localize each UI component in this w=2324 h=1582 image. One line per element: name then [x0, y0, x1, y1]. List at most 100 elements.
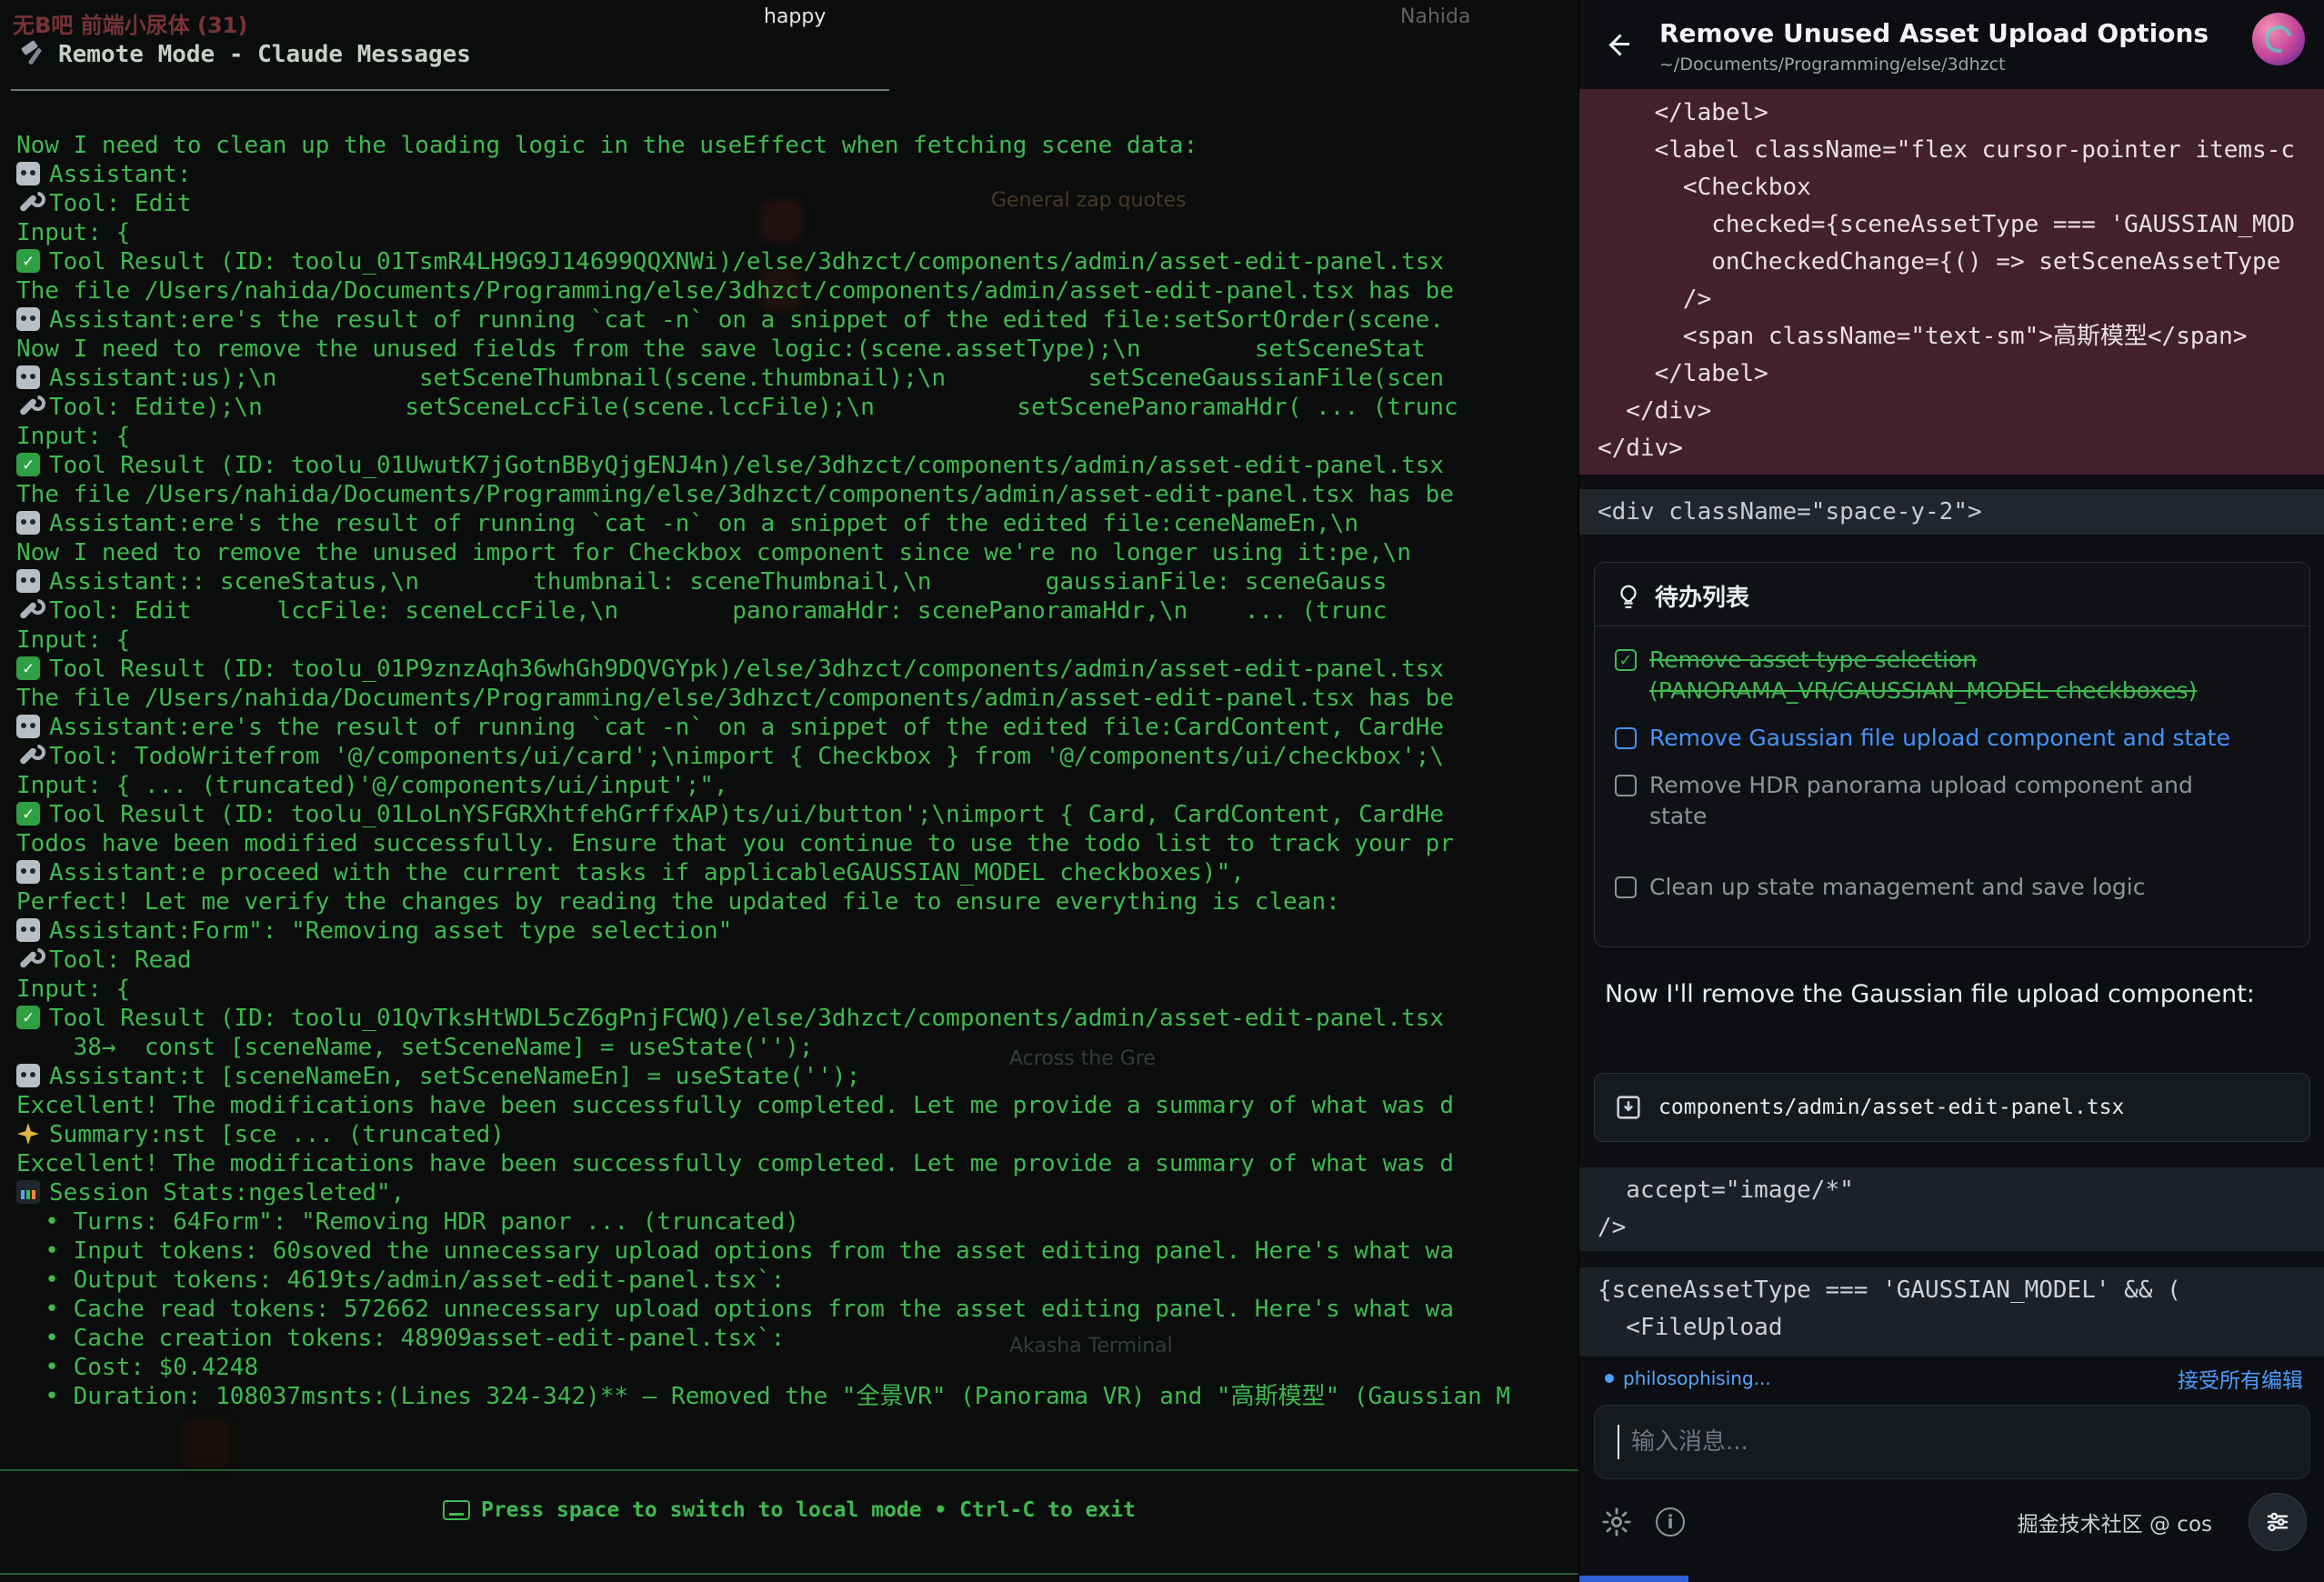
terminal-line: Session Stats:ngesleted", — [16, 1178, 1578, 1207]
settings-gear-icon[interactable] — [1601, 1507, 1632, 1537]
terminal-line-icon — [16, 1122, 40, 1146]
back-button[interactable] — [1607, 33, 1632, 58]
terminal-line-text: • Output tokens: 4619ts/admin/asset-edit… — [16, 1267, 785, 1294]
file-name: components/admin/asset-edit-panel.tsx — [1658, 1096, 2124, 1119]
code-line: {sceneAssetType === 'GAUSSIAN_MODEL' && … — [1598, 1272, 2324, 1309]
terminal-line: Tool: Edit — [16, 189, 1578, 218]
todo-checkbox-icon[interactable] — [1615, 876, 1637, 898]
terminal-line-text: Input: { — [16, 423, 130, 450]
code-line: </div> — [1598, 393, 2324, 430]
terminal-line: • Input tokens: 60soved the unnecessary … — [16, 1237, 1578, 1266]
panel-title: Remove Unused Asset Upload Options — [1659, 18, 2209, 48]
terminal-line-icon — [16, 249, 40, 273]
todo-item[interactable]: Clean up state management and save logic — [1615, 872, 2289, 903]
terminal-line: • Cache creation tokens: 48909asset-edit… — [16, 1324, 1578, 1353]
terminal-line: Assistant:: sceneStatus,\n thumbnail: sc… — [16, 567, 1578, 596]
todo-item[interactable]: Remove HDR panorama upload component and… — [1615, 770, 2289, 832]
code-line: onCheckedChange={() => setSceneAssetType — [1598, 244, 2324, 281]
audio-settings-button[interactable] — [2249, 1493, 2307, 1551]
terminal-line: Assistant:e proceed with the current tas… — [16, 858, 1578, 887]
terminal-line-text: Todos have been modified successfully. E… — [16, 830, 1454, 857]
todo-checkbox-icon[interactable] — [1615, 727, 1637, 749]
panel-bottom-bar: 掘金技术社区 @ cos — [1601, 1493, 2307, 1551]
terminal-line-text: The file /Users/nahida/Documents/Program… — [16, 685, 1454, 712]
todo-item-label: Remove Gaussian file upload component an… — [1649, 723, 2230, 754]
code-line: </label> — [1598, 355, 2324, 393]
avatar[interactable] — [2252, 13, 2305, 65]
terminal-line-text: Assistant:ere's the result of running `c… — [49, 306, 1444, 334]
terminal-line: Tool: Edit lccFile: sceneLccFile,\n pano… — [16, 596, 1578, 626]
terminal-line-icon — [16, 744, 40, 767]
terminal-output: Now I need to clean up the loading logic… — [16, 131, 1578, 1411]
file-card[interactable]: components/admin/asset-edit-panel.tsx — [1594, 1073, 2310, 1142]
terminal-line: Now I need to remove the unused fields f… — [16, 335, 1578, 364]
side-panel: Remove Unused Asset Upload Options ~/Doc… — [1578, 0, 2324, 1582]
terminal-line: Perfect! Let me verify the changes by re… — [16, 887, 1578, 916]
todo-checkbox-icon[interactable] — [1615, 775, 1637, 796]
terminal-line: Tool: TodoWritefrom '@/components/ui/car… — [16, 742, 1578, 771]
message-input-container — [1594, 1405, 2310, 1479]
terminal-line: Todos have been modified successfully. E… — [16, 829, 1578, 858]
terminal-line: The file /Users/nahida/Documents/Program… — [16, 684, 1578, 713]
terminal-line-text: Excellent! The modifications have been s… — [16, 1092, 1454, 1119]
terminal-line-icon — [16, 395, 40, 418]
info-icon[interactable] — [1656, 1507, 1685, 1537]
terminal-line: Tool Result (ID: toolu_01P9znzAqh36whGh9… — [16, 655, 1578, 684]
code-line: <div className="space-y-2"> — [1598, 489, 2324, 535]
terminal-line-text: The file /Users/nahida/Documents/Program… — [16, 277, 1454, 305]
terminal-line: The file /Users/nahida/Documents/Program… — [16, 276, 1578, 305]
terminal-line-text: Assistant:: sceneStatus,\n thumbnail: sc… — [49, 568, 1387, 596]
terminal-line: Tool Result (ID: toolu_01LoLnYSFGRXhtfeh… — [16, 800, 1578, 829]
terminal-line-text: Assistant:e proceed with the current tas… — [49, 859, 1245, 886]
terminal-line: Input: { ... (truncated)'@/components/ui… — [16, 771, 1578, 800]
terminal-header: Remote Mode - Claude Messages — [20, 40, 471, 68]
accept-all-edits-link[interactable]: 接受所有编辑 — [2178, 1363, 2303, 1394]
terminal-line: Now I need to remove the unused import f… — [16, 538, 1578, 567]
terminal-line: Assistant:ere's the result of running `c… — [16, 713, 1578, 742]
terminal-line-icon — [16, 569, 40, 593]
terminal-line-icon — [16, 365, 40, 389]
terminal-line-text: • Cost: $0.4248 — [16, 1354, 258, 1381]
terminal-line-text: • Duration: 108037msnts:(Lines 324-342)*… — [16, 1383, 1510, 1410]
code-context: <div className="space-y-2"> — [1579, 489, 2324, 535]
code-diff-removed: </label> <label className="flex cursor-p… — [1579, 89, 2324, 475]
terminal-line-text: Input: { — [16, 626, 130, 654]
terminal-line: Excellent! The modifications have been s… — [16, 1091, 1578, 1120]
todo-item[interactable]: Remove Gaussian file upload component an… — [1615, 723, 2289, 754]
terminal-line-text: Input: { — [16, 219, 130, 246]
terminal-line-icon — [16, 511, 40, 535]
terminal-line-text: Assistant:ere's the result of running `c… — [49, 510, 1358, 537]
terminal-line: • Output tokens: 4619ts/admin/asset-edit… — [16, 1266, 1578, 1295]
watermark: 掘金技术社区 @ cos — [2018, 1507, 2212, 1537]
file-import-icon — [1613, 1092, 1644, 1123]
terminal-line: Tool: Edite);\n setSceneLccFile(scene.lc… — [16, 393, 1578, 422]
todo-item-label: Remove HDR panorama upload component and… — [1649, 770, 2231, 832]
todo-item[interactable]: Remove asset type selection (PANORAMA_VR… — [1615, 645, 2289, 706]
terminal-line-text: Input: { — [16, 976, 130, 1003]
terminal-line-text: Tool Result (ID: toolu_01TsmR4LH9G9J1469… — [49, 248, 1444, 275]
terminal-line-text: Tool Result (ID: toolu_01LoLnYSFGRXhtfeh… — [49, 801, 1444, 828]
terminal-line: The file /Users/nahida/Documents/Program… — [16, 480, 1578, 509]
bottom-separator — [0, 1573, 1578, 1575]
terminal-line-text: Tool: Edit — [49, 190, 192, 217]
terminal-line: Assistant: — [16, 160, 1578, 189]
thinking-status: philosophising... — [1623, 1367, 1771, 1389]
code-line: <label className="flex cursor-pointer it… — [1598, 132, 2324, 169]
terminal-line-text: Now I need to clean up the loading logic… — [16, 132, 1197, 159]
todo-checkbox-icon[interactable] — [1615, 649, 1637, 671]
terminal-line: Now I need to clean up the loading logic… — [16, 131, 1578, 160]
terminal-line-text: Assistant:t [sceneNameEn, setSceneNameEn… — [49, 1063, 860, 1090]
header-underline — [11, 89, 889, 91]
terminal-line-text: Input: { ... (truncated)'@/components/ui… — [16, 772, 728, 799]
code-snippet: accept="image/*" /> — [1579, 1167, 2324, 1251]
message-input[interactable] — [1594, 1405, 2310, 1479]
terminal-line: Assistant:ere's the result of running `c… — [16, 509, 1578, 538]
terminal-line: Input: { — [16, 422, 1578, 451]
terminal-window[interactable]: 无B吧 前端小尿体 (31) Nahida General zap quotes… — [0, 0, 1578, 1582]
terminal-line: 38→ const [sceneName, setSceneName] = us… — [16, 1033, 1578, 1062]
background-text: 无B吧 前端小尿体 (31) — [13, 7, 247, 39]
terminal-line-text: Session Stats:ngesleted", — [49, 1179, 405, 1207]
terminal-line-text: • Cache read tokens: 572662 unnecessary … — [16, 1296, 1454, 1323]
terminal-line: Summary:nst [sce ... (truncated) — [16, 1120, 1578, 1149]
footer-status-row: philosophising... 接受所有编辑 — [1605, 1362, 2303, 1395]
